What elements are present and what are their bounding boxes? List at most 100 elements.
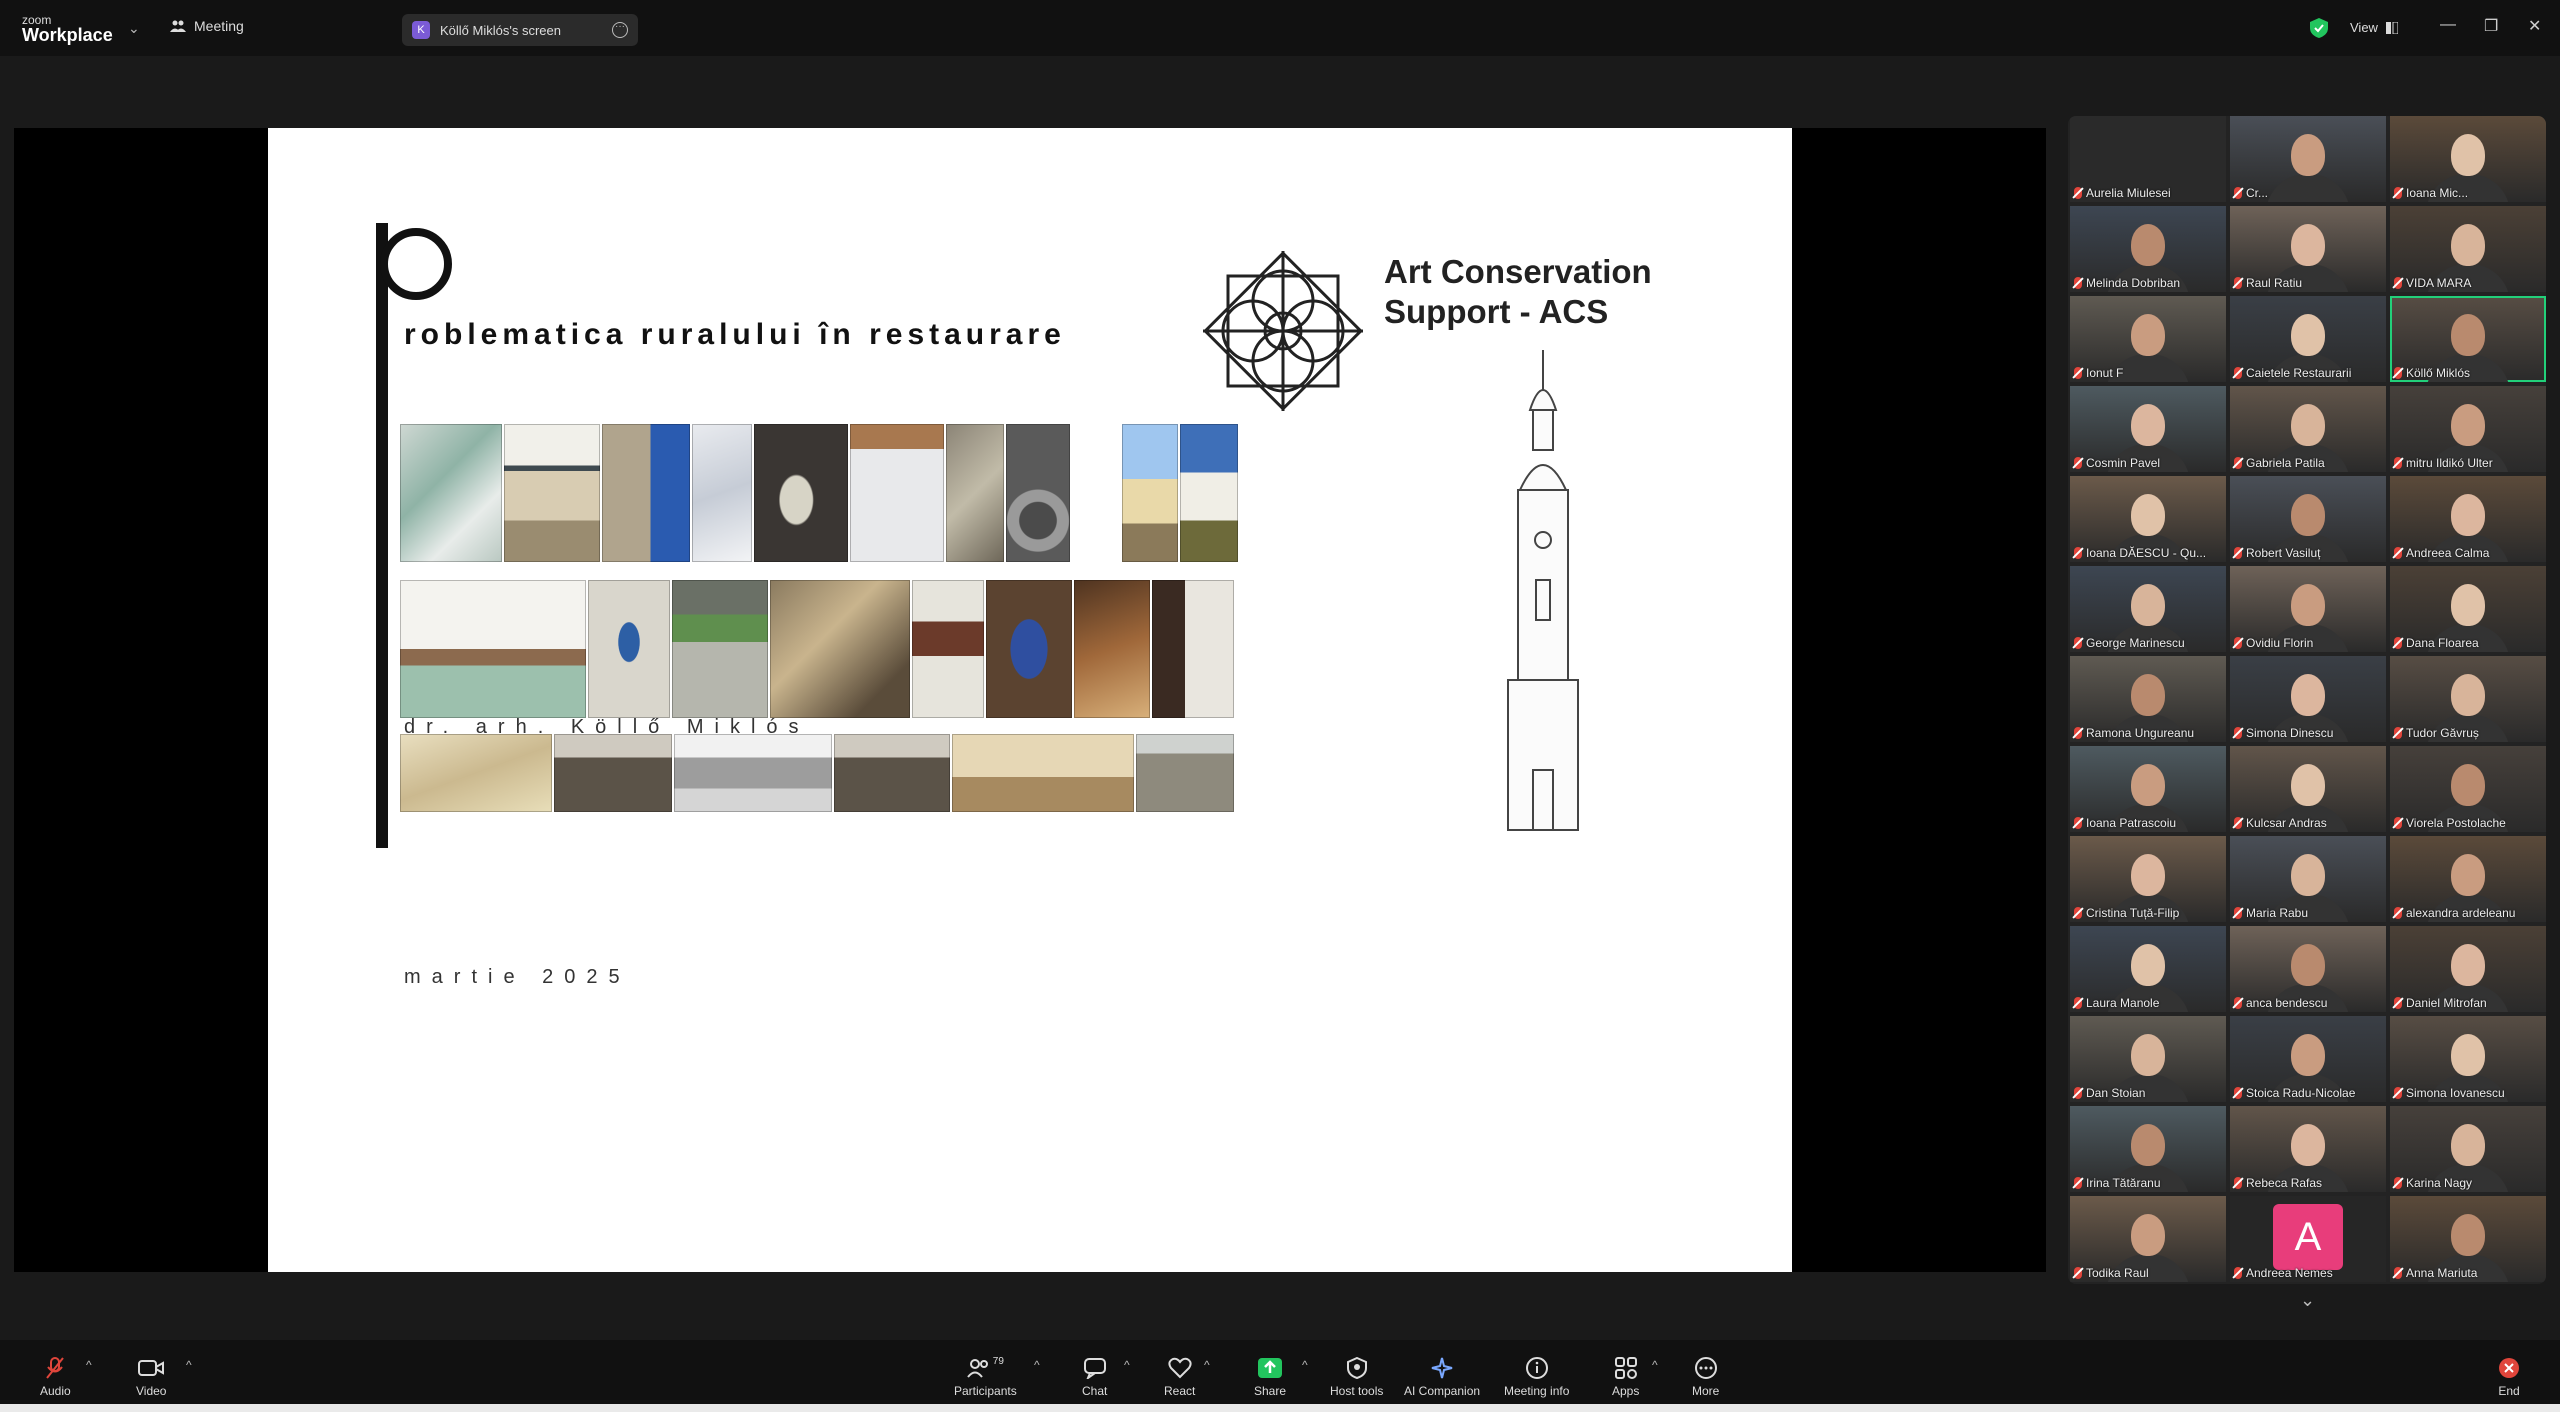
participant-tile[interactable]: Laura Manole xyxy=(2070,926,2226,1012)
participant-video-face xyxy=(2291,134,2325,176)
chevron-down-icon[interactable]: ⌄ xyxy=(128,20,140,37)
share-options-icon[interactable]: ^ xyxy=(1302,1358,1308,1372)
participant-name-label: Ioana Mic... xyxy=(2406,186,2469,200)
participants-icon xyxy=(966,1359,988,1378)
video-button[interactable]: Video xyxy=(136,1356,166,1398)
participant-tile[interactable]: Raul Ratiu xyxy=(2230,206,2386,292)
more-button[interactable]: More xyxy=(1692,1356,1719,1398)
participant-name: Andreea Calma xyxy=(2394,546,2489,560)
participant-tile[interactable]: mitru Ildikó Ulter xyxy=(2390,386,2546,472)
more-options-icon[interactable]: ··· xyxy=(612,22,628,38)
participant-tile[interactable]: Ramona Ungureanu xyxy=(2070,656,2226,742)
host-tools-button[interactable]: Host tools xyxy=(1330,1356,1383,1398)
participant-name: Ramona Ungureanu xyxy=(2074,726,2194,740)
participant-tile[interactable]: Köllő Miklós xyxy=(2390,296,2546,382)
encryption-shield-icon[interactable] xyxy=(2310,18,2328,38)
chat-button[interactable]: Chat xyxy=(1082,1356,1107,1398)
participant-name: Kulcsar Andras xyxy=(2234,816,2327,830)
participant-tile[interactable]: Karina Nagy xyxy=(2390,1106,2546,1192)
participant-tile[interactable]: Gabriela Patila xyxy=(2230,386,2386,472)
participant-tile[interactable]: alexandra ardeleanu xyxy=(2390,836,2546,922)
minimize-icon[interactable]: — xyxy=(2440,16,2456,34)
video-options-icon[interactable]: ^ xyxy=(186,1358,192,1372)
audio-options-icon[interactable]: ^ xyxy=(86,1358,92,1372)
participant-tile[interactable]: Viorela Postolache xyxy=(2390,746,2546,832)
shared-screen-pill[interactable]: K Köllő Miklós's screen ··· xyxy=(402,14,638,46)
organization-name: Art Conservation Support - ACS xyxy=(1384,252,1652,332)
participant-tile[interactable]: Cosmin Pavel xyxy=(2070,386,2226,472)
close-icon[interactable]: ✕ xyxy=(2528,16,2541,36)
scroll-down-icon[interactable]: ⌄ xyxy=(2300,1290,2315,1311)
participant-tile[interactable]: Ioana Patrascoiu xyxy=(2070,746,2226,832)
react-options-icon[interactable]: ^ xyxy=(1204,1358,1210,1372)
participant-name: Stoica Radu-Nicolae xyxy=(2234,1086,2355,1100)
participant-tile[interactable]: Melinda Dobriban xyxy=(2070,206,2226,292)
participant-tile[interactable]: George Marinescu xyxy=(2070,566,2226,652)
participant-video-face xyxy=(2451,314,2485,356)
participant-tile[interactable]: Cristina Tuță-Filip xyxy=(2070,836,2226,922)
participant-tile[interactable]: Robert Vasiluț xyxy=(2230,476,2386,562)
meeting-info-label: Meeting info xyxy=(1504,1384,1570,1398)
participant-tile[interactable]: Cr... xyxy=(2230,116,2386,202)
participant-video-face xyxy=(2131,764,2165,806)
participant-tile[interactable]: Caietele Restaurarii xyxy=(2230,296,2386,382)
participant-gallery[interactable]: Aurelia Miulesei Cr... Ioana Mic... Melinda… xyxy=(2068,116,2546,1284)
participant-tile[interactable]: anca bendescu xyxy=(2230,926,2386,1012)
participant-tile[interactable]: Tudor Găvruș xyxy=(2390,656,2546,742)
participant-tile[interactable]: Dan Stoian xyxy=(2070,1016,2226,1102)
apps-options-icon[interactable]: ^ xyxy=(1652,1358,1658,1372)
organization-line-1: Art Conservation xyxy=(1384,253,1652,290)
participant-name: Simona Dinescu xyxy=(2234,726,2333,740)
participant-tile[interactable]: Anna Mariuta xyxy=(2390,1196,2546,1282)
meeting-info-button[interactable]: Meeting info xyxy=(1504,1356,1569,1398)
participant-video-face xyxy=(2291,674,2325,716)
participant-tile[interactable]: Simona Dinescu xyxy=(2230,656,2386,742)
participant-video-face xyxy=(2131,674,2165,716)
participant-tile[interactable]: Simona Iovanescu xyxy=(2390,1016,2546,1102)
restore-icon[interactable]: ❐ xyxy=(2484,16,2498,36)
participant-tile[interactable]: Kulcsar Andras xyxy=(2230,746,2386,832)
participant-video-face xyxy=(2451,764,2485,806)
participant-video-face xyxy=(2131,584,2165,626)
participant-tile[interactable]: A Andreea Nemes xyxy=(2230,1196,2386,1282)
participant-tile[interactable]: Ioana DĂESCU - Qu... xyxy=(2070,476,2226,562)
participant-tile[interactable]: Dana Floarea xyxy=(2390,566,2546,652)
participant-tile[interactable]: Ovidiu Florin xyxy=(2230,566,2386,652)
participant-tile[interactable]: Ionut F xyxy=(2070,296,2226,382)
react-button[interactable]: React xyxy=(1164,1356,1195,1398)
participant-name-label: Aurelia Miulesei xyxy=(2086,186,2171,200)
slide-photo xyxy=(554,734,672,812)
participant-tile[interactable]: Daniel Mitrofan xyxy=(2390,926,2546,1012)
participant-video-face xyxy=(2451,134,2485,176)
participant-tile[interactable]: Andreea Calma xyxy=(2390,476,2546,562)
mic-muted-icon xyxy=(2074,187,2082,199)
mic-muted-icon xyxy=(2234,727,2242,739)
participant-tile[interactable]: VIDA MARA xyxy=(2390,206,2546,292)
ai-companion-button[interactable]: AI Companion xyxy=(1404,1356,1480,1398)
end-meeting-button[interactable]: End xyxy=(2498,1356,2520,1398)
participants-button[interactable]: 79 Participants xyxy=(954,1356,1017,1398)
participant-tile[interactable]: Maria Rabu xyxy=(2230,836,2386,922)
audio-button[interactable]: Audio xyxy=(40,1356,71,1398)
mic-muted-icon xyxy=(2394,907,2402,919)
apps-button[interactable]: Apps xyxy=(1612,1356,1639,1398)
participant-name: Viorela Postolache xyxy=(2394,816,2506,830)
share-button[interactable]: Share xyxy=(1254,1356,1286,1398)
participant-name-label: Maria Rabu xyxy=(2246,906,2309,920)
participant-tile[interactable]: Irina Tătăranu xyxy=(2070,1106,2226,1192)
acs-logo-icon xyxy=(1203,251,1363,411)
participant-tile[interactable]: Ioana Mic... xyxy=(2390,116,2546,202)
mic-muted-icon xyxy=(2074,817,2082,829)
view-button[interactable]: View xyxy=(2350,20,2398,35)
participant-video-face xyxy=(2131,1034,2165,1076)
participants-options-icon[interactable]: ^ xyxy=(1034,1358,1040,1372)
participant-tile[interactable]: Stoica Radu-Nicolae xyxy=(2230,1016,2386,1102)
participant-tile[interactable]: Todika Raul xyxy=(2070,1196,2226,1282)
participant-tile[interactable]: Rebeca Rafas xyxy=(2230,1106,2386,1192)
participant-tile[interactable]: Aurelia Miulesei xyxy=(2070,116,2226,202)
chat-options-icon[interactable]: ^ xyxy=(1124,1358,1130,1372)
participant-video-face xyxy=(2131,944,2165,986)
slide-photo xyxy=(850,424,944,562)
participant-name-label: Simona Iovanescu xyxy=(2406,1086,2505,1100)
meeting-button[interactable]: Meeting xyxy=(170,18,244,34)
